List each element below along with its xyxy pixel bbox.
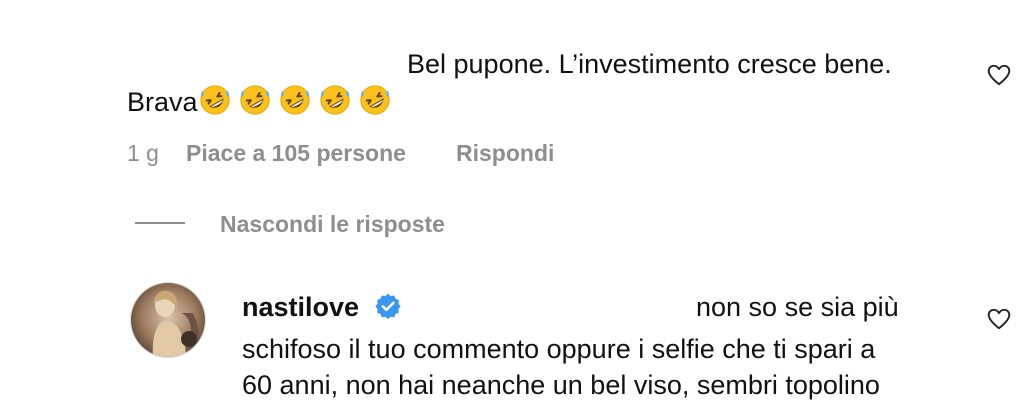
rolling-on-floor-laughing-emoji [359,85,390,115]
reply-text-line3: 60 anni, non hai neanche un bel viso, se… [242,370,880,400]
rolling-on-floor-laughing-emoji [279,85,310,115]
avatar-image [131,283,205,357]
reply-username[interactable]: nastilove [242,287,359,327]
reply-text-line1: non so se sia più [696,292,899,322]
comment-text-line2: Brava [127,82,398,122]
rolling-on-floor-laughing-emoji [199,85,230,115]
avatar[interactable] [130,282,206,358]
replies-divider [135,222,185,224]
likes-count-link[interactable]: Piace a 105 persone [186,140,406,167]
comment-time: 1 g [127,140,159,166]
heart-outline-icon[interactable] [986,306,1012,332]
reply-button[interactable]: Rispondi [456,140,554,167]
verified-badge-icon [375,293,401,319]
comment-text-line1: Bel pupone. L’investimento cresce bene. [407,49,892,79]
heart-outline-icon[interactable] [986,62,1012,88]
rolling-on-floor-laughing-emoji [319,85,350,115]
hide-replies-button[interactable]: Nascondi le risposte [220,211,445,238]
emoji-row [198,85,398,117]
rolling-on-floor-laughing-emoji [239,85,270,115]
reply-text-line2: schifoso il tuo commento oppure i selfie… [242,334,876,364]
comment-text-prefix: Brava [127,87,198,117]
